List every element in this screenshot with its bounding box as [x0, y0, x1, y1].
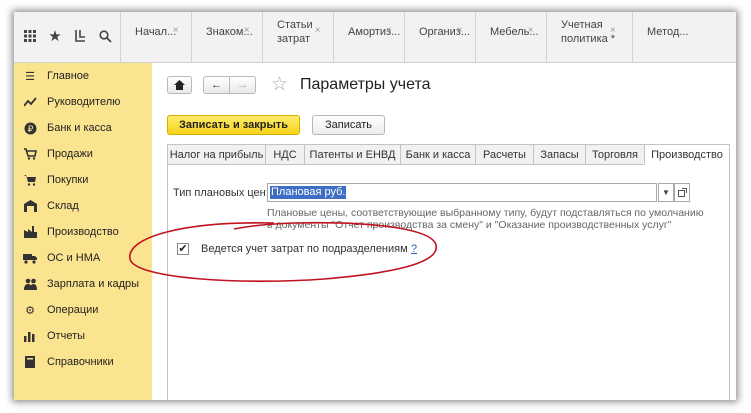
- tab-patents[interactable]: Патенты и ЕНВД: [304, 144, 400, 165]
- open-tab-label: Начал...: [135, 26, 177, 38]
- open-tab[interactable]: Мебель... ×: [475, 12, 546, 62]
- sidebar-item-fixed-assets[interactable]: ОС и НМА: [14, 245, 152, 271]
- history-icon[interactable]: [70, 26, 90, 46]
- home-button[interactable]: [167, 76, 192, 94]
- close-icon[interactable]: ×: [315, 24, 321, 38]
- open-tabs-bar: Начал... × Знаком... × Статьи затрат × Амор…: [120, 12, 688, 62]
- tab-trade[interactable]: Торговля: [585, 144, 644, 165]
- close-icon[interactable]: ×: [610, 24, 616, 38]
- open-tab[interactable]: Знаком... ×: [191, 12, 262, 62]
- open-tab-label: Амортиз...: [348, 26, 401, 38]
- open-tab[interactable]: Амортиз... ×: [333, 12, 404, 62]
- form-tabs: Налог на прибыль НДС Патенты и ЕНВД Банк…: [167, 144, 730, 165]
- search-icon[interactable]: [95, 26, 115, 46]
- back-button[interactable]: ←: [203, 76, 230, 94]
- warehouse-icon: [23, 199, 37, 213]
- sidebar-item-salary[interactable]: Зарплата и кадры: [14, 271, 152, 297]
- open-tab[interactable]: Организ... ×: [404, 12, 475, 62]
- arrow-left-icon: ←: [211, 79, 222, 91]
- sidebar-item-purchases[interactable]: Покупки: [14, 167, 152, 193]
- favorite-star-icon[interactable]: ☆: [271, 73, 288, 96]
- close-icon[interactable]: ×: [386, 24, 392, 38]
- help-link[interactable]: ?: [411, 243, 417, 255]
- sidebar-item-label: Продажи: [47, 148, 93, 160]
- open-tab[interactable]: Начал... ×: [120, 12, 191, 62]
- sidebar-item-label: Зарплата и кадры: [47, 278, 140, 290]
- open-tab[interactable]: Статьи затрат ×: [262, 12, 333, 62]
- ruble-icon: ₽: [23, 121, 37, 135]
- price-type-hint: Плановые цены, соответствующие выбранном…: [267, 207, 704, 231]
- sidebar-item-label: Производство: [47, 226, 119, 238]
- open-tab[interactable]: Метод...: [632, 12, 688, 62]
- save-button[interactable]: Записать: [312, 115, 385, 135]
- forward-button[interactable]: →: [229, 76, 256, 94]
- cost-by-department-checkbox[interactable]: ✔: [177, 243, 189, 255]
- chevron-down-icon[interactable]: ▼: [658, 183, 674, 202]
- sidebar-item-label: Справочники: [47, 356, 114, 368]
- trend-icon: [23, 95, 37, 109]
- star-icon[interactable]: ★: [45, 26, 65, 46]
- open-link-icon[interactable]: [674, 183, 690, 202]
- people-icon: [23, 277, 37, 291]
- sidebar-item-catalogs[interactable]: Справочники: [14, 349, 152, 375]
- open-tab-label: Статьи затрат: [277, 19, 313, 45]
- truck-icon: [23, 251, 37, 265]
- tab-inventory[interactable]: Запасы: [533, 144, 585, 165]
- tab-vat[interactable]: НДС: [265, 144, 304, 165]
- save-and-close-button[interactable]: Записать и закрыть: [167, 115, 300, 135]
- book-icon: [23, 355, 37, 369]
- tab-production[interactable]: Производство: [644, 144, 730, 165]
- sidebar-item-label: Операции: [47, 304, 99, 316]
- factory-icon: [23, 225, 37, 239]
- sidebar-item-label: Склад: [47, 200, 79, 212]
- sidebar-item-label: Руководителю: [47, 96, 121, 108]
- sidebar-item-label: Главное: [47, 70, 90, 82]
- top-bar: ★ Начал... × Знаком... × Статьи затрат × Ам…: [14, 12, 736, 63]
- open-tab-label: Метод...: [647, 26, 689, 38]
- tab-bank[interactable]: Банк и касса: [400, 144, 475, 165]
- sidebar-item-label: ОС и НМА: [47, 252, 101, 264]
- sidebar-item-reports[interactable]: Отчеты: [14, 323, 152, 349]
- svg-text:₽: ₽: [27, 124, 33, 134]
- sidebar-item-sales[interactable]: Продажи: [14, 141, 152, 167]
- cart-icon: [23, 147, 37, 161]
- grid-icon[interactable]: [20, 26, 40, 46]
- sidebar-item-operations[interactable]: ⚙ Операции: [14, 297, 152, 323]
- sidebar-item-production[interactable]: Производство: [14, 219, 152, 245]
- sidebar-item-label: Банк и касса: [47, 122, 112, 134]
- tab-settlements[interactable]: Расчеты: [475, 144, 533, 165]
- gear-icon: ⚙: [25, 304, 35, 317]
- sidebar-item-bank[interactable]: ₽ Банк и касса: [14, 115, 152, 141]
- main-content: ← → ☆ Параметры учета Записать и закрыть…: [152, 63, 736, 400]
- close-icon[interactable]: ×: [173, 24, 179, 38]
- checkbox-label: Ведется учет затрат по подразделениям: [201, 243, 408, 255]
- bar-chart-icon: [23, 329, 37, 343]
- close-icon[interactable]: ×: [528, 24, 534, 38]
- price-type-value: Плановая руб.: [270, 186, 347, 199]
- basket-icon: [23, 173, 37, 187]
- sidebar: ☰ Главное Руководителю ₽ Банк и касса Пр…: [14, 63, 152, 400]
- home-icon: [174, 80, 185, 90]
- sidebar-item-main[interactable]: ☰ Главное: [14, 63, 152, 89]
- close-icon[interactable]: ×: [244, 24, 250, 38]
- page-title: Параметры учета: [300, 76, 431, 93]
- sidebar-item-director[interactable]: Руководителю: [14, 89, 152, 115]
- app-window: ★ Начал... × Знаком... × Статьи затрат × Ам…: [14, 12, 736, 400]
- arrow-right-icon: →: [237, 79, 248, 91]
- price-type-label: Тип плановых цен:: [173, 187, 269, 199]
- open-tab[interactable]: Учетная политика * ×: [546, 12, 632, 62]
- sidebar-item-label: Отчеты: [47, 330, 86, 342]
- close-icon[interactable]: ×: [457, 24, 463, 38]
- tab-income-tax[interactable]: Налог на прибыль: [167, 144, 265, 165]
- menu-icon: ☰: [25, 70, 35, 83]
- sidebar-item-label: Покупки: [47, 174, 89, 186]
- sidebar-item-warehouse[interactable]: Склад: [14, 193, 152, 219]
- price-type-field[interactable]: Плановая руб.: [267, 183, 657, 202]
